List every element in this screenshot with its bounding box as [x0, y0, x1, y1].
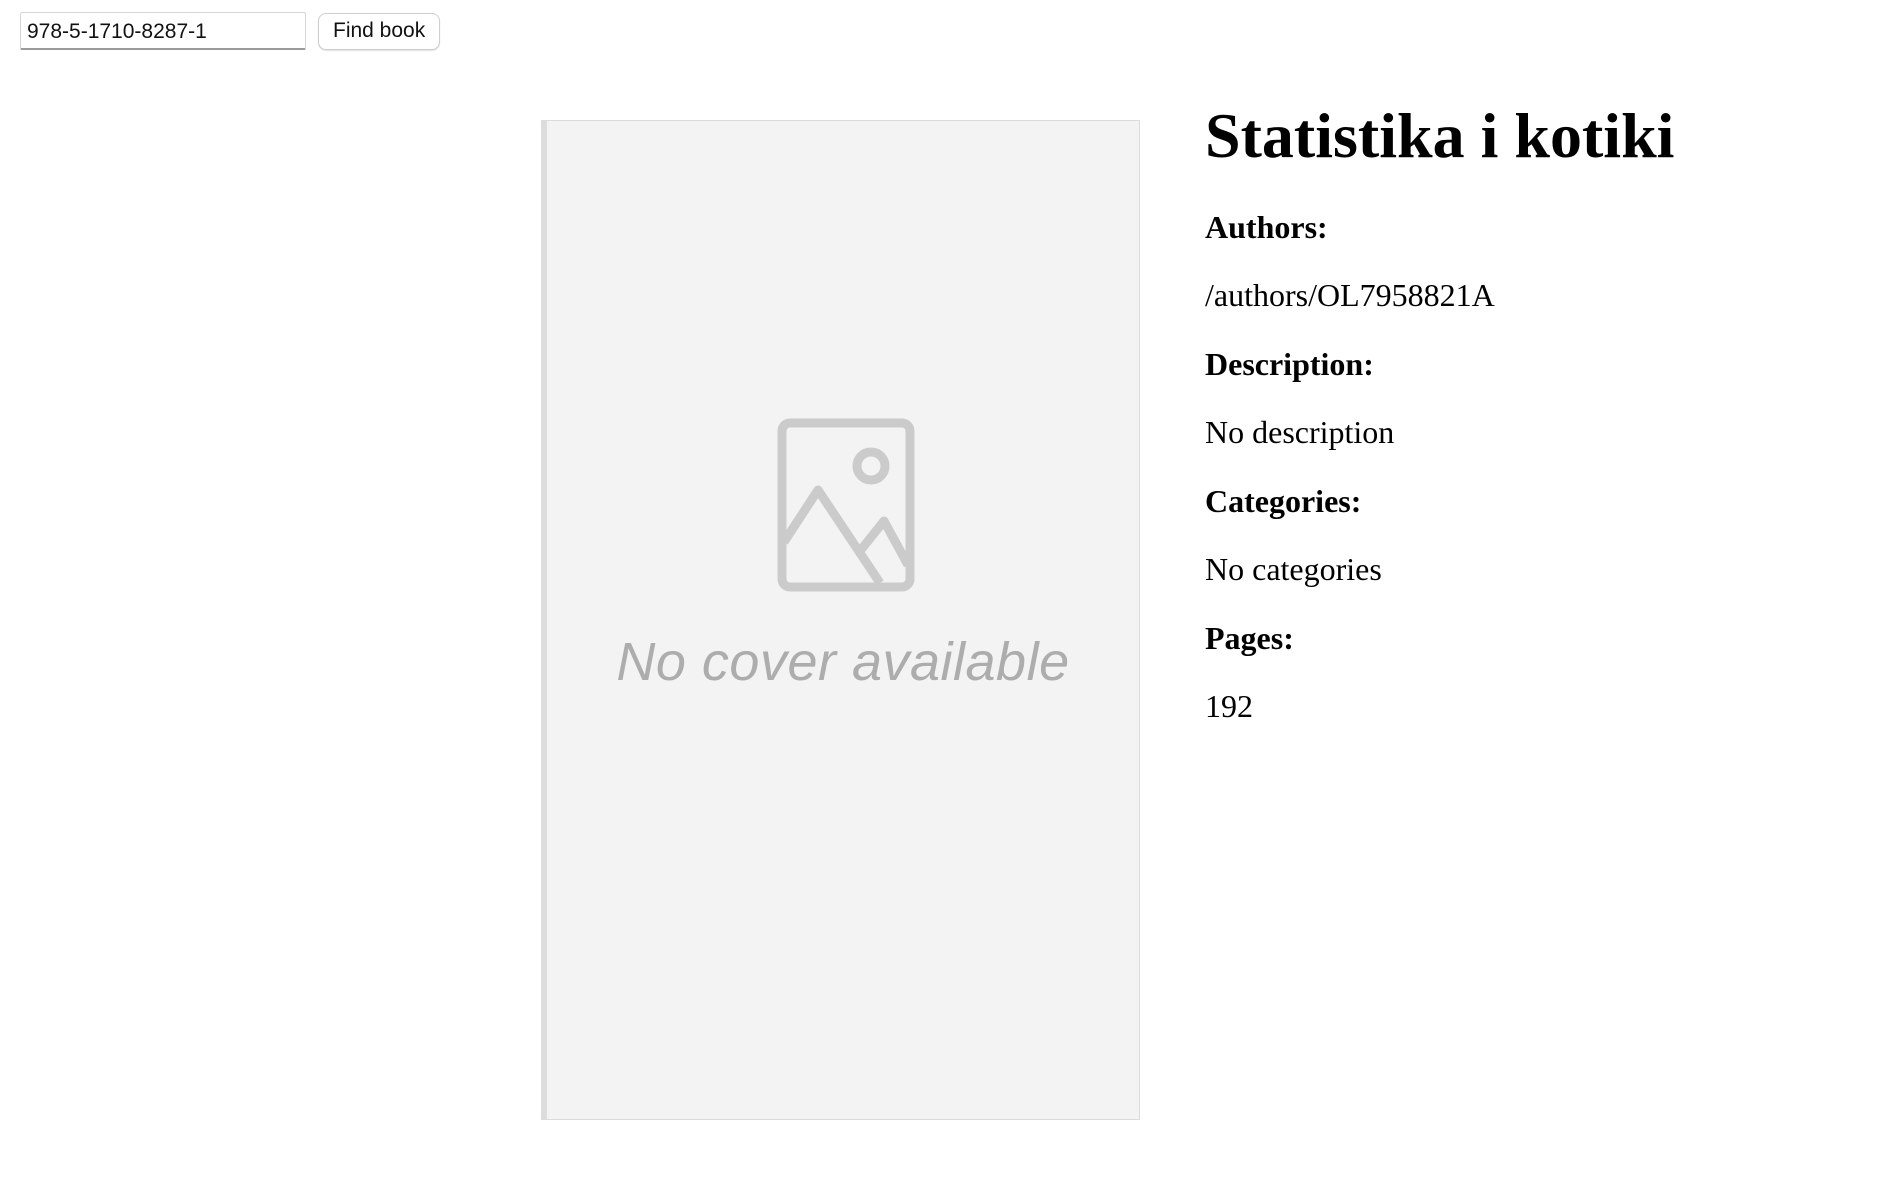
- no-cover-text: No cover available: [616, 632, 1070, 692]
- pages-label: Pages:: [1205, 620, 1294, 656]
- book-details: Statistika i kotiki Authors: /authors/OL…: [1205, 92, 1845, 728]
- categories-label: Categories:: [1205, 483, 1362, 519]
- authors-value: /authors/OL7958821A: [1205, 277, 1495, 313]
- image-placeholder-icon: [777, 418, 915, 592]
- categories-value: No categories: [1205, 551, 1382, 587]
- description-value: No description: [1205, 414, 1395, 450]
- pages-value: 192: [1205, 688, 1253, 724]
- find-book-button[interactable]: Find book: [318, 12, 441, 50]
- description-label: Description:: [1205, 346, 1374, 382]
- isbn-input[interactable]: [20, 12, 306, 50]
- authors-label: Authors:: [1205, 209, 1328, 245]
- book-title: Statistika i kotiki: [1205, 100, 1675, 171]
- book-cover-placeholder: No cover available: [541, 120, 1140, 1120]
- isbn-search-bar: Find book: [20, 12, 441, 50]
